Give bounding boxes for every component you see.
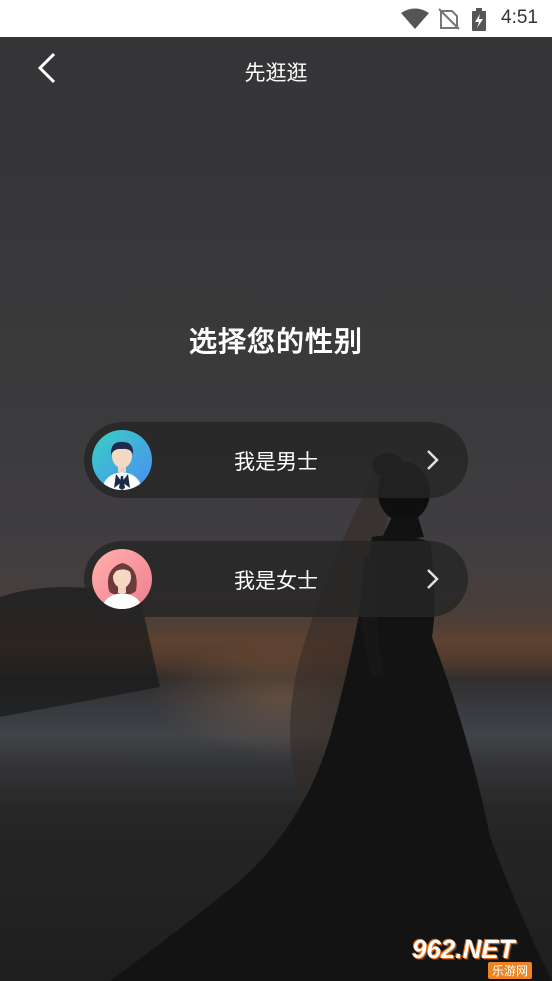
chevron-right-icon bbox=[427, 450, 439, 470]
dim-overlay bbox=[0, 37, 552, 981]
gender-headline: 选择您的性别 bbox=[188, 325, 363, 358]
status-time: 4:51 bbox=[501, 7, 538, 28]
wifi-icon bbox=[401, 8, 429, 29]
watermark-brand: 962.NET bbox=[412, 934, 515, 964]
site-watermark: 962.NET 乐游网 bbox=[412, 930, 548, 979]
no-sim-icon bbox=[438, 8, 460, 30]
watermark-sub: 乐游网 bbox=[488, 962, 533, 979]
female-option-label: 我是女士 bbox=[234, 569, 318, 593]
background-photo bbox=[0, 37, 552, 981]
male-option-label: 我是男士 bbox=[234, 450, 318, 474]
chevron-right-icon bbox=[427, 569, 439, 589]
male-option-button[interactable]: 我是男士 bbox=[84, 422, 468, 498]
page-title: 先逛逛 bbox=[244, 61, 308, 85]
female-option-button[interactable]: 我是女士 bbox=[84, 541, 468, 617]
status-bar: 4:51 bbox=[0, 0, 552, 37]
battery-charging-icon bbox=[472, 8, 486, 31]
